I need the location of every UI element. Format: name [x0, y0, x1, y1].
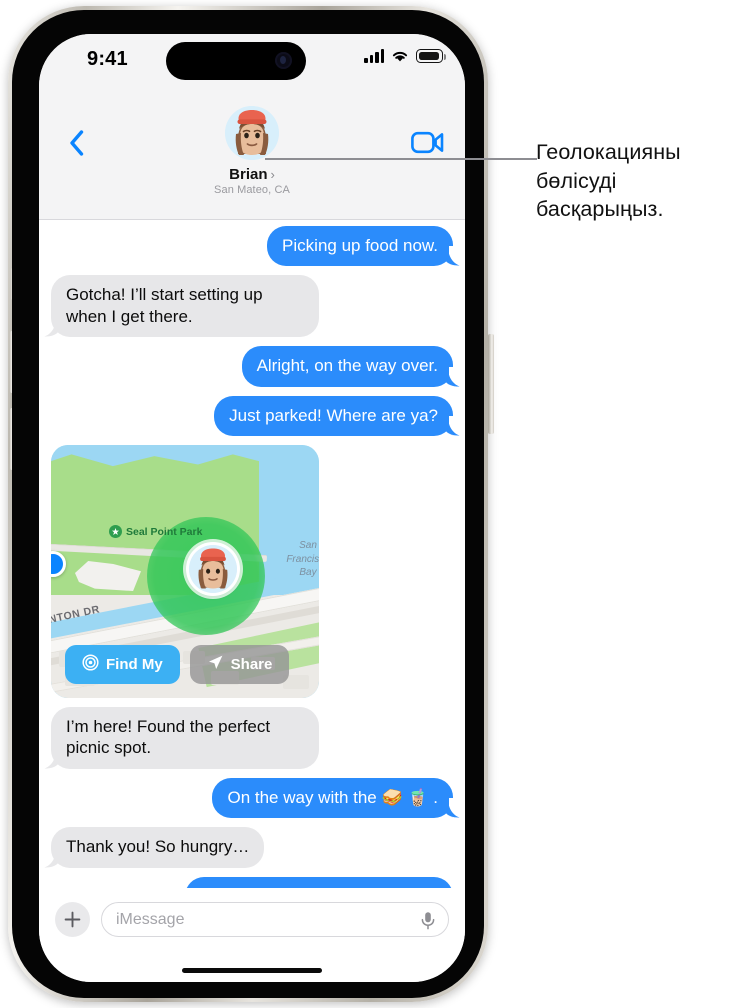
bubble-tail	[44, 848, 60, 868]
message-bubble-outgoing[interactable]: Alright, on the way over.	[241, 346, 462, 388]
message-row: Gotcha! I’ll start setting up when I get…	[39, 275, 465, 338]
message-text: Gotcha! I’ll start setting up when I get…	[66, 285, 263, 326]
message-text: Thank you! So hungry…	[66, 837, 250, 857]
side-power-button[interactable]	[488, 334, 494, 434]
memoji-avatar[interactable]	[225, 106, 279, 160]
map-bay-label: San Francisco Bay	[286, 540, 319, 579]
message-text: Just parked! Where are ya?	[229, 405, 438, 425]
message-bubble-outgoing[interactable]: Just parked! Where are ya?	[214, 395, 461, 437]
share-location-button[interactable]: Share	[189, 645, 290, 685]
message-row: Alright, on the way over.	[39, 346, 465, 388]
bubble-tail	[444, 799, 460, 818]
imessage-placeholder: iMessage	[116, 910, 185, 928]
message-row: On the way with the 🥪 🧋 .	[39, 777, 465, 819]
share-label: Share	[230, 656, 273, 674]
message-row: Me too, haha. See you shortly! 😎	[39, 876, 465, 888]
message-text: Picking up food now.	[282, 236, 438, 255]
location-map-card[interactable]: Seal Point Park San Francisco Bay INTON …	[51, 445, 319, 699]
dynamic-island	[166, 42, 306, 80]
memoji-location-puck[interactable]	[186, 542, 240, 597]
park-pin-icon	[109, 525, 122, 539]
message-row: Just parked! Where are ya?	[39, 395, 465, 437]
imessage-input-field[interactable]: iMessage	[101, 902, 449, 937]
callout-leader-line	[265, 158, 537, 160]
message-row: Thank you! So hungry…	[39, 827, 465, 868]
battery-icon	[416, 49, 446, 63]
contact-location-subtitle: San Mateo, CA	[214, 184, 290, 196]
puck-avatar	[189, 545, 237, 594]
message-text: On the way with the 🥪 🧋 .	[227, 787, 438, 807]
wifi-icon	[391, 49, 409, 63]
status-bar: 9:41	[39, 34, 465, 88]
bubble-tail	[44, 749, 60, 769]
video-camera-icon[interactable]	[409, 128, 445, 156]
message-bubble-incoming[interactable]: Thank you! So hungry…	[44, 827, 265, 868]
iphone-device-frame: 9:41 Brian › San Mateo, CA Picking up fo…	[8, 6, 494, 1002]
findmy-radar-icon	[82, 654, 99, 675]
plus-icon[interactable]	[55, 902, 90, 937]
message-bubble-outgoing[interactable]: Picking up food now.	[267, 226, 461, 267]
message-bubble-incoming[interactable]: Gotcha! I’ll start setting up when I get…	[44, 275, 319, 338]
message-text: Alright, on the way over.	[256, 356, 438, 376]
contact-name-row[interactable]: Brian ›	[229, 166, 275, 183]
chevron-right-icon: ›	[270, 167, 275, 182]
bubble-tail	[444, 367, 460, 387]
message-thread[interactable]: Picking up food now. Gotcha! I’ll start …	[39, 220, 465, 888]
contact-header[interactable]: Brian › San Mateo, CA	[39, 106, 465, 196]
cellular-signal-icon	[364, 49, 384, 63]
map-message-row: Seal Point Park San Francisco Bay INTON …	[39, 445, 465, 699]
message-bubble-outgoing[interactable]: On the way with the 🥪 🧋 .	[212, 777, 461, 819]
status-bar-time: 9:41	[87, 48, 128, 70]
bubble-tail	[444, 417, 460, 436]
phone-screen: 9:41 Brian › San Mateo, CA Picking up fo…	[39, 34, 465, 982]
microphone-icon[interactable]	[419, 911, 437, 930]
park-label-text: Seal Point Park	[126, 525, 203, 538]
find-my-button[interactable]: Find My	[65, 645, 180, 685]
bubble-tail	[444, 247, 460, 267]
bubble-tail	[44, 318, 60, 337]
message-input-bar: iMessage	[39, 888, 465, 982]
status-bar-indicators	[364, 49, 446, 63]
message-text: I’m here! Found the perfect picnic spot.	[66, 717, 271, 758]
share-arrow-icon	[207, 654, 224, 675]
home-indicator[interactable]	[182, 967, 322, 973]
map-action-buttons: Find My Share	[65, 645, 290, 685]
screenshot-root: 9:41 Brian › San Mateo, CA Picking up fo…	[0, 0, 747, 1008]
front-camera-icon	[275, 52, 292, 69]
callout-annotation: Геолокацияны бөлісуді басқарыңыз.	[536, 140, 681, 222]
message-bubble-incoming[interactable]: I’m here! Found the perfect picnic spot.	[44, 707, 319, 769]
conversation-nav-bar: Brian › San Mateo, CA	[39, 88, 465, 220]
find-my-label: Find My	[106, 656, 163, 674]
message-row: Picking up food now.	[39, 226, 465, 267]
message-bubble-outgoing[interactable]: Me too, haha. See you shortly! 😎	[185, 876, 453, 888]
contact-name: Brian	[229, 166, 268, 183]
message-row: I’m here! Found the perfect picnic spot.	[39, 707, 465, 769]
map-park-label: Seal Point Park	[109, 525, 203, 539]
